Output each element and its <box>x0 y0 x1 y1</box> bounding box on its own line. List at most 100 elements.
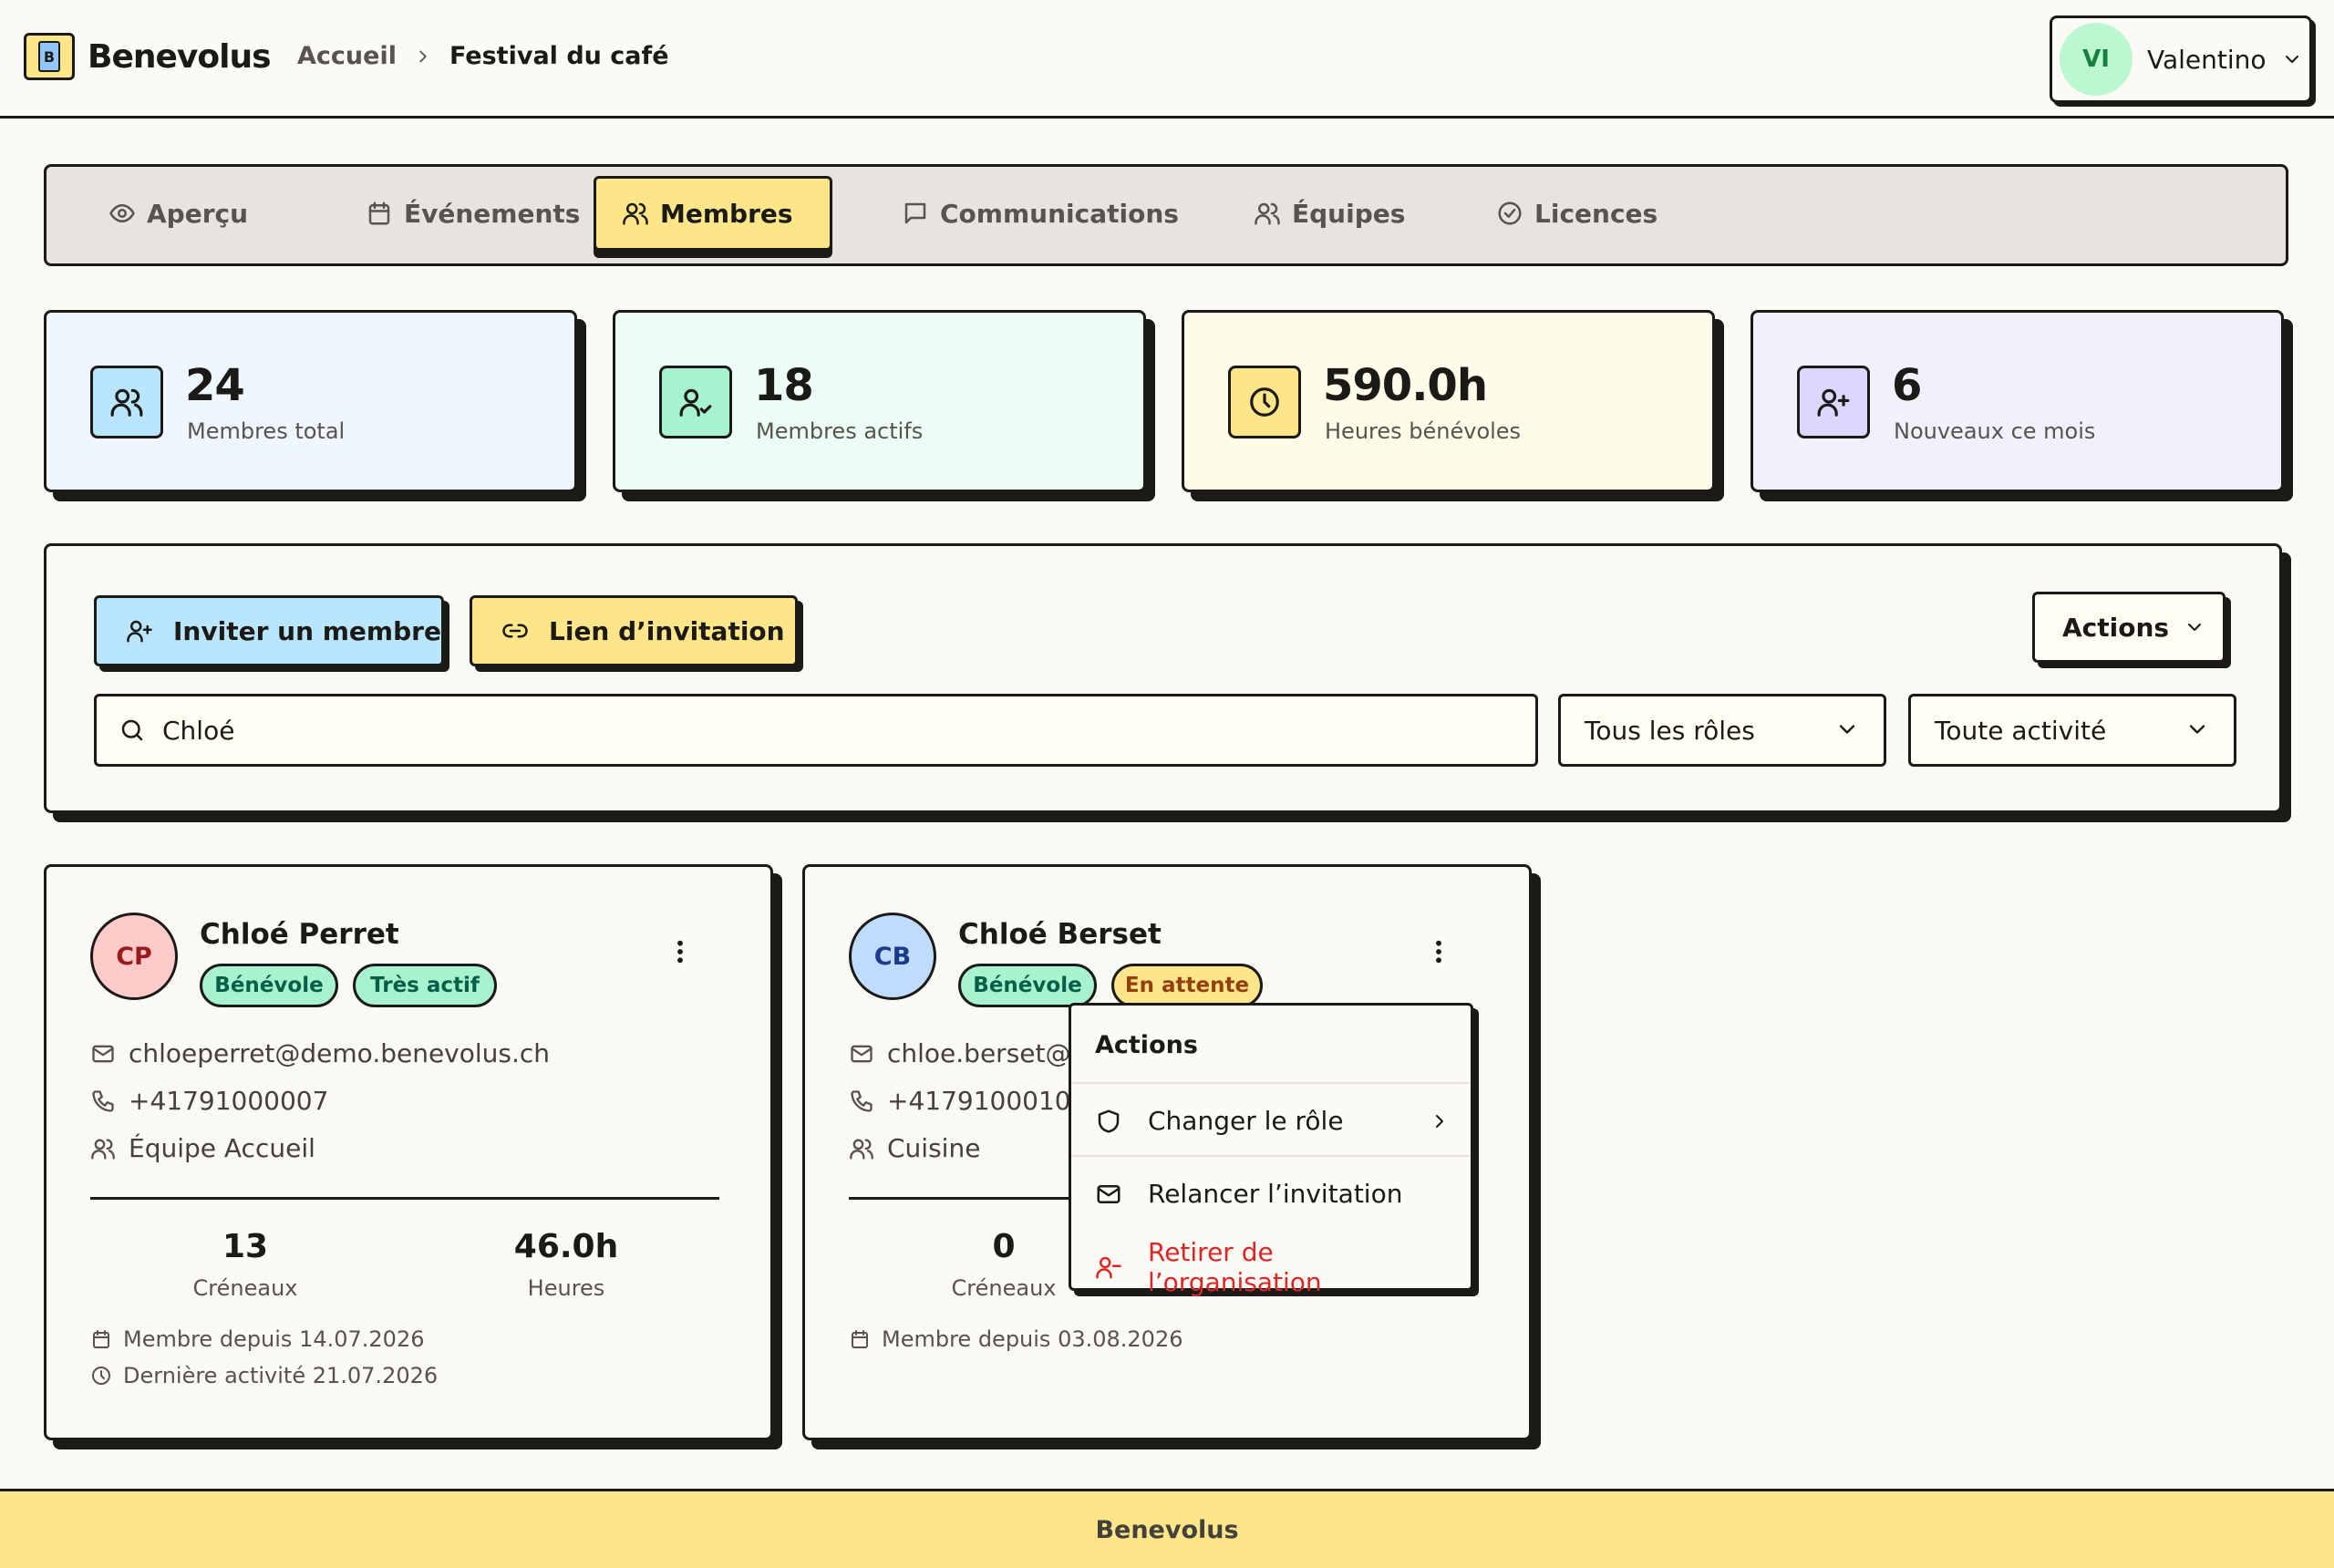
menu-item-label: Changer le rôle <box>1148 1106 1344 1136</box>
brand[interactable]: B Benevolus <box>24 33 271 80</box>
tab-label: Équipes <box>1292 198 1406 229</box>
menu-item-change-role[interactable]: Changer le rôle <box>1095 1106 1451 1136</box>
role-badge: Bénévole <box>958 964 1097 1007</box>
tab-apercu[interactable]: Aperçu <box>83 176 274 251</box>
role-badge: Bénévole <box>200 964 338 1007</box>
mail-icon <box>849 1041 874 1067</box>
member-team: Équipe Accueil <box>90 1133 315 1163</box>
stat-label: Nouveaux ce mois <box>1894 418 2096 444</box>
stat-card-new: 6 Nouveaux ce mois <box>1750 310 2284 492</box>
logo-icon: B <box>24 33 75 80</box>
menu-item-remove-member[interactable]: Retirer de l’organisation <box>1095 1237 1451 1297</box>
users-icon <box>622 200 649 227</box>
tab-label: Communications <box>940 198 1179 229</box>
member-card[interactable]: CP Chloé Perret Bénévole Très actif chlo… <box>44 864 773 1440</box>
activity-filter-select[interactable]: Toute activité <box>1908 694 2236 767</box>
stat-value: 6 <box>1892 360 1922 411</box>
member-phone[interactable]: +41791000007 <box>90 1086 328 1116</box>
search-input[interactable]: Chloé <box>94 694 1538 767</box>
actions-dropdown-button[interactable]: Actions <box>2032 592 2226 663</box>
users-icon <box>90 366 163 438</box>
tab-bar: Aperçu Événements Membres Communications… <box>44 164 2288 266</box>
chevron-right-icon <box>413 46 433 67</box>
avatar: CB <box>849 913 936 1000</box>
member-since-text: Membre depuis 14.07.2026 <box>123 1326 425 1352</box>
tab-label: Événements <box>404 198 581 229</box>
tab-evenements[interactable]: Événements <box>340 176 605 251</box>
more-options-icon[interactable] <box>666 938 694 965</box>
member-toolbar-panel: Inviter un membre Lien d’invitation Acti… <box>44 543 2282 813</box>
member-email[interactable]: chloeperret@demo.benevolus.ch <box>90 1038 550 1068</box>
slots-label: Créneaux <box>951 1275 1057 1301</box>
shield-icon <box>1095 1108 1122 1135</box>
stat-value: 24 <box>185 360 245 411</box>
tab-equipes[interactable]: Équipes <box>1228 176 1430 251</box>
app-name: Benevolus <box>88 37 271 76</box>
last-activity: Dernière activité 21.07.2026 <box>90 1363 438 1388</box>
menu-item-label: Retirer de l’organisation <box>1148 1237 1322 1297</box>
more-options-icon[interactable] <box>1425 938 1452 965</box>
message-icon <box>902 200 929 227</box>
stat-card-hours: 590.0h Heures bénévoles <box>1182 310 1715 492</box>
chevron-down-icon <box>1834 717 1860 742</box>
footer: Benevolus <box>0 1489 2334 1568</box>
calendar-icon <box>366 200 393 227</box>
menu-title: Actions <box>1095 1031 1198 1059</box>
tab-label: Membres <box>660 198 793 229</box>
member-phone[interactable]: +41791000105 <box>849 1086 1087 1116</box>
member-email-text: chloe.berset@ <box>887 1038 1071 1068</box>
member-team-text: Cuisine <box>887 1133 981 1163</box>
member-phone-text: +41791000007 <box>129 1086 329 1116</box>
tab-membres[interactable]: Membres <box>594 176 832 251</box>
mail-icon <box>1095 1181 1122 1208</box>
chevron-down-icon <box>2184 717 2210 742</box>
user-menu-button[interactable]: VI Valentino <box>2050 15 2312 103</box>
calendar-icon <box>90 1328 112 1350</box>
chevron-down-icon <box>2281 48 2303 70</box>
link-icon <box>501 617 529 645</box>
member-team: Cuisine <box>849 1133 980 1163</box>
invite-link-button[interactable]: Lien d’invitation <box>470 595 798 666</box>
member-phone-text: +41791000105 <box>887 1086 1088 1116</box>
user-minus-icon <box>1095 1253 1122 1281</box>
menu-item-resend-invitation[interactable]: Relancer l’invitation <box>1095 1179 1451 1209</box>
invite-member-label: Inviter un membre <box>173 615 441 646</box>
member-since: Membre depuis 14.07.2026 <box>90 1326 424 1352</box>
member-name: Chloé Berset <box>958 918 1162 951</box>
user-plus-icon <box>126 617 153 645</box>
actions-label: Actions <box>2062 612 2170 643</box>
invite-member-button[interactable]: Inviter un membre <box>94 595 444 666</box>
activity-badge: Très actif <box>353 964 497 1007</box>
footer-label: Benevolus <box>1095 1515 1239 1544</box>
chevron-right-icon <box>1429 1110 1451 1132</box>
slots-value: 13 <box>222 1228 269 1265</box>
mail-icon <box>90 1041 116 1067</box>
avatar: CP <box>90 913 178 1000</box>
breadcrumb-current: Festival du café <box>449 42 669 70</box>
tab-licences[interactable]: Licences <box>1471 176 1683 251</box>
avatar: VI <box>2060 23 2133 96</box>
stat-label: Membres actifs <box>756 418 924 444</box>
member-email[interactable]: chloe.berset@ <box>849 1038 1070 1068</box>
status-badge: En attente <box>1111 964 1263 1007</box>
eye-icon <box>108 200 136 227</box>
clock-icon <box>1228 366 1301 438</box>
calendar-icon <box>849 1328 871 1350</box>
divider <box>90 1197 719 1200</box>
member-email-text: chloeperret@demo.benevolus.ch <box>129 1038 551 1068</box>
tab-communications[interactable]: Communications <box>876 176 1204 251</box>
users-icon <box>849 1136 874 1161</box>
hours-value: 46.0h <box>513 1228 619 1265</box>
slots-label: Créneaux <box>192 1275 298 1301</box>
activity-filter-value: Toute activité <box>1935 715 2107 746</box>
last-activity-text: Dernière activité 21.07.2026 <box>123 1363 439 1388</box>
user-plus-icon <box>1797 366 1870 438</box>
stat-label: Heures bénévoles <box>1325 418 1522 444</box>
menu-divider <box>1071 1082 1471 1084</box>
users-icon <box>1254 200 1281 227</box>
member-since: Membre depuis 03.08.2026 <box>849 1326 1182 1352</box>
stat-card-active: 18 Membres actifs <box>613 310 1146 492</box>
user-check-icon <box>659 366 732 438</box>
breadcrumb-home-link[interactable]: Accueil <box>297 42 397 70</box>
role-filter-select[interactable]: Tous les rôles <box>1558 694 1886 767</box>
